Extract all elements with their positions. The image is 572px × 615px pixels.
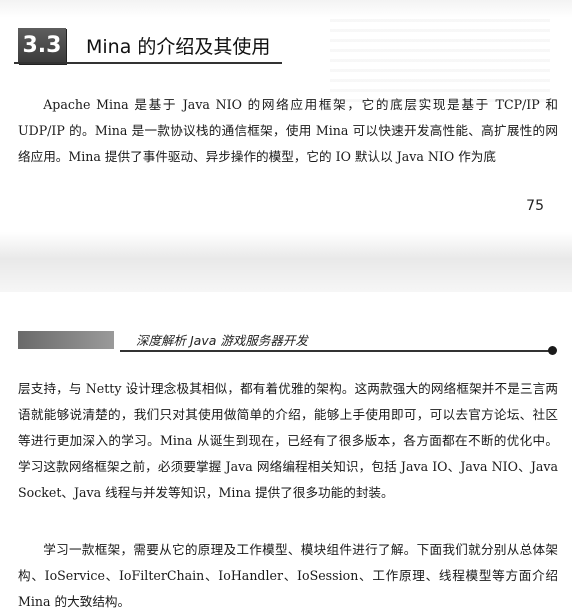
body-paragraph-2: 学习一款框架，需要从它的原理及工作模型、模块组件进行了解。下面我们就分别从总体架…	[18, 542, 558, 609]
body-paragraph-1: 层支持，与 Netty 设计理念极其相似，都有着优雅的架构。这两款强大的网络框架…	[18, 381, 558, 500]
running-header-rule	[120, 350, 552, 352]
running-header-bar	[18, 331, 114, 349]
intro-paragraph: Apache Mina 是基于 Java NIO 的网络应用框架，它的底层实现是…	[18, 97, 558, 164]
section-title-underline	[14, 62, 282, 64]
running-header: 深度解析 Java 游戏服务器开发	[0, 328, 572, 360]
running-header-title: 深度解析 Java 游戏服务器开发	[136, 333, 308, 348]
scan-bleed-through	[330, 12, 550, 102]
section-title: Mina 的介绍及其使用	[86, 36, 271, 58]
running-header-dot	[548, 346, 557, 355]
page-number: 75	[526, 198, 544, 214]
page-gap	[0, 232, 572, 292]
section-number-badge: 3.3	[18, 28, 66, 64]
